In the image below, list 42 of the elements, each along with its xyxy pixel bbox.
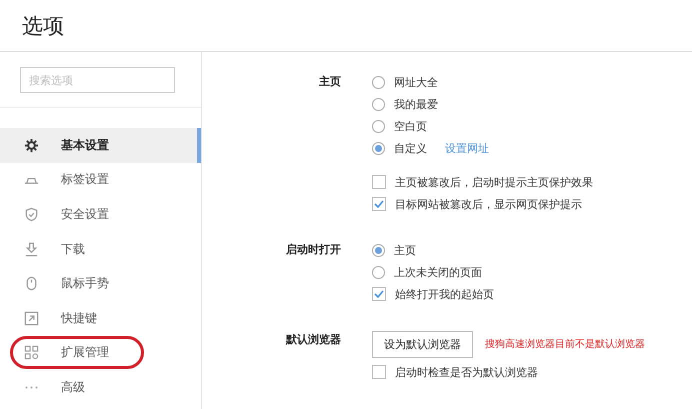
sidebar-item[interactable]: 扩展管理	[0, 336, 201, 370]
more-icon	[25, 386, 38, 389]
sidebar-item[interactable]: 鼠标手势	[0, 266, 201, 301]
warning-text: 搜狗高速浏览器目前不是默认浏览器	[485, 338, 645, 351]
shield-icon	[24, 206, 39, 222]
radio-button[interactable]	[372, 266, 385, 278]
radio-button[interactable]	[372, 142, 385, 154]
search-field[interactable]: 搜索选项	[20, 67, 175, 93]
sidebar-item[interactable]: 下载	[0, 232, 201, 266]
sidebar-item[interactable]: 标签设置	[0, 162, 201, 198]
window-title: 选项	[22, 12, 64, 40]
download-icon	[24, 242, 39, 257]
option-label: 目标网站被篡改后，显示网页保护提示	[395, 196, 582, 212]
radio-button[interactable]	[372, 120, 385, 132]
checkbox[interactable]	[372, 287, 386, 301]
sidebar-item[interactable]: 快捷键	[0, 300, 201, 336]
sidebar-item[interactable]: 基本设置	[0, 128, 201, 163]
option-label: 我的最爱	[394, 96, 438, 112]
sidebar-item[interactable]: 安全设置	[0, 197, 201, 232]
mouse-icon	[24, 276, 39, 292]
section-label: 主页	[318, 74, 341, 90]
sidebar-item[interactable]: 高级	[0, 370, 201, 405]
option-label: 自定义	[394, 140, 427, 156]
radio-button[interactable]	[372, 76, 385, 88]
shortcut-icon	[24, 310, 39, 326]
checkbox[interactable]	[372, 365, 386, 379]
section-label: 默认浏览器	[284, 332, 341, 348]
option-label: 主页被篡改后，启动时提示主页保护效果	[395, 174, 593, 190]
checkbox[interactable]	[372, 197, 386, 211]
option-label: 始终打开我的起始页	[395, 286, 494, 302]
radio-button[interactable]	[372, 98, 385, 110]
option-label: 空白页	[394, 118, 427, 134]
option-label: 启动时检查是否为默认浏览器	[395, 364, 538, 380]
grid-icon	[24, 345, 39, 360]
checkbox[interactable]	[372, 175, 386, 189]
option-label: 上次未关闭的页面	[394, 264, 482, 280]
section-label: 启动时打开	[285, 242, 341, 258]
set-default-button[interactable]: 设为默认浏览器	[372, 330, 473, 358]
option-label: 网址大全	[394, 74, 438, 90]
radio-button[interactable]	[372, 244, 385, 256]
gear-icon	[24, 138, 39, 153]
option-label: 主页	[394, 242, 416, 258]
